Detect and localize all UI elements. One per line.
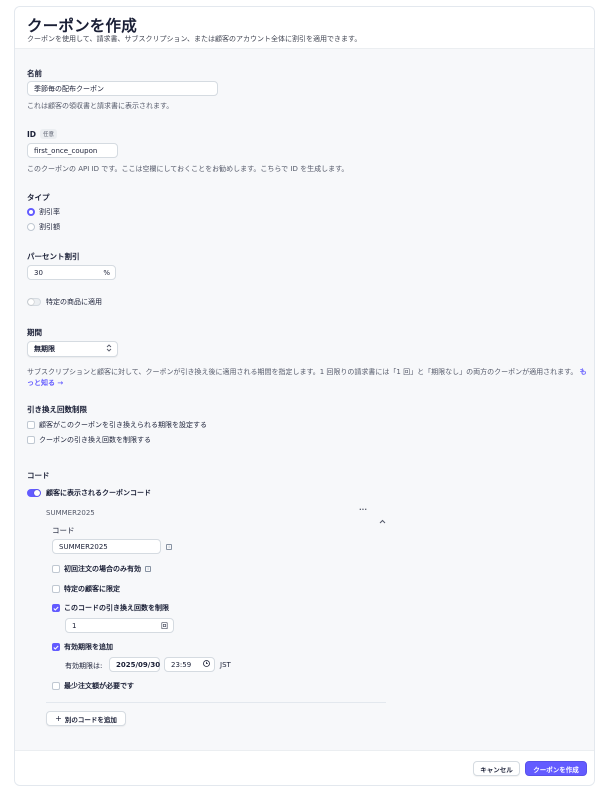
- specific-products-row: 特定の商品に適用: [27, 297, 102, 307]
- code-section-header: SUMMER2025: [46, 509, 95, 517]
- customer-code-toggle[interactable]: [27, 489, 41, 497]
- first-order-option[interactable]: 初回注文の場合のみ有効 i: [52, 564, 151, 574]
- limit-redemptions-checkbox[interactable]: [52, 604, 60, 612]
- chevron-up-icon[interactable]: [379, 509, 386, 528]
- codes-label: コード: [27, 471, 50, 480]
- codes-divider: [46, 702, 386, 703]
- redemption-date-label: 顧客がこのクーポンを引き換えられる期限を設定する: [39, 421, 207, 429]
- id-input[interactable]: first_once_coupon: [27, 143, 118, 158]
- expiry-time-input[interactable]: 23:59: [164, 657, 215, 672]
- limit-count-suffix: 回: [161, 621, 168, 630]
- clock-icon: [203, 660, 210, 669]
- first-order-info-icon: i: [145, 566, 151, 572]
- duration-label: 期間: [27, 328, 42, 337]
- percent-value: 30: [34, 268, 43, 277]
- redemption-limits-label: 引き換え回数制限: [27, 405, 87, 414]
- redemption-date-option[interactable]: 顧客がこのクーポンを引き換えられる期限を設定する: [27, 420, 207, 430]
- cancel-button[interactable]: キャンセル: [473, 761, 520, 776]
- timezone-label: JST: [220, 661, 231, 669]
- name-help: これは顧客の領収書と請求書に表示されます。: [27, 102, 174, 110]
- add-code-label: 別のコードを追加: [64, 715, 117, 724]
- redemption-count-checkbox[interactable]: [27, 436, 35, 444]
- type-option-amount[interactable]: 割引額: [27, 222, 60, 232]
- redemption-count-option[interactable]: クーポンの引き換え回数を制限する: [27, 435, 151, 445]
- dialog-header: クーポンを作成 クーポンを使用して、請求書、サブスクリプション、または顧客のアカ…: [15, 7, 594, 49]
- duration-help-text: サブスクリプションと顧客に対して、クーポンが引き換え後に適用される期間を指定しま…: [27, 368, 578, 376]
- page-subtitle: クーポンを使用して、請求書、サブスクリプション、または顧客のアカウント全体に割引…: [27, 35, 362, 43]
- radio-amount[interactable]: [27, 223, 35, 231]
- expiry-prefix: 有効期限は:: [65, 662, 103, 670]
- limit-count-input[interactable]: 1 回: [65, 618, 174, 633]
- expiry-option[interactable]: 有効期限を追加: [52, 642, 113, 652]
- redemption-date-checkbox[interactable]: [27, 421, 35, 429]
- duration-help: サブスクリプションと顧客に対して、クーポンが引き換え後に適用される期間を指定しま…: [27, 367, 587, 389]
- id-label-text: ID: [27, 130, 37, 139]
- limit-redemptions-label: このコードの引き換え回数を制限: [64, 604, 169, 612]
- redemption-count-label: クーポンの引き換え回数を制限する: [39, 436, 151, 444]
- chevron-updown-icon: [106, 344, 112, 354]
- customer-code-label: 顧客に表示されるクーポンコード: [46, 489, 151, 497]
- min-amount-label: 最少注文額が必要です: [64, 682, 134, 690]
- min-amount-option[interactable]: 最少注文額が必要です: [52, 681, 134, 691]
- customer-code-row: 顧客に表示されるクーポンコード: [27, 488, 151, 498]
- plus-icon: +: [55, 714, 62, 723]
- first-order-checkbox[interactable]: [52, 565, 60, 573]
- id-label: ID 任意: [27, 129, 58, 139]
- type-option-amount-label: 割引額: [39, 223, 60, 231]
- name-label: 名前: [27, 69, 42, 78]
- specific-products-toggle[interactable]: [27, 298, 41, 306]
- expiry-date-input[interactable]: 2025/09/30: [109, 657, 160, 672]
- add-code-button[interactable]: + 別のコードを追加: [46, 711, 126, 726]
- name-input[interactable]: 季節毎の配布クーポン: [27, 81, 218, 96]
- expiry-checkbox[interactable]: [52, 643, 60, 651]
- type-option-percent-label: 割引率: [39, 208, 60, 216]
- limit-redemptions-option[interactable]: このコードの引き換え回数を制限: [52, 603, 169, 613]
- min-amount-checkbox[interactable]: [52, 682, 60, 690]
- specific-customer-option[interactable]: 特定の顧客に限定: [52, 584, 120, 594]
- specific-customer-checkbox[interactable]: [52, 585, 60, 593]
- specific-customer-label: 特定の顧客に限定: [64, 585, 120, 593]
- duration-selected: 無期限: [34, 345, 55, 353]
- type-option-percent[interactable]: 割引率: [27, 207, 60, 217]
- percent-input[interactable]: 30 %: [27, 265, 116, 280]
- info-icon: i: [166, 544, 172, 550]
- radio-percent[interactable]: [27, 208, 35, 216]
- specific-products-label: 特定の商品に適用: [46, 298, 102, 306]
- type-label: タイプ: [27, 193, 50, 202]
- limit-count-value: 1: [72, 621, 77, 630]
- id-help: このクーポンの API ID です。ここは空欄にしておくことをお勧めします。こち…: [27, 165, 349, 173]
- percent-suffix: %: [103, 268, 110, 277]
- percent-label: パーセント割引: [27, 252, 80, 261]
- expiry-time-value: 23:59: [171, 660, 192, 669]
- expiry-label: 有効期限を追加: [64, 643, 113, 651]
- create-coupon-dialog: クーポンを作成 クーポンを使用して、請求書、サブスクリプション、または顧客のアカ…: [14, 6, 595, 786]
- code-input[interactable]: SUMMER2025: [52, 539, 161, 554]
- code-label: コード: [52, 526, 75, 535]
- create-coupon-button[interactable]: クーポンを作成: [525, 761, 587, 776]
- optional-badge: 任意: [40, 129, 58, 139]
- more-options-icon[interactable]: ···: [359, 506, 367, 514]
- page-title: クーポンを作成: [27, 17, 137, 35]
- duration-select[interactable]: 無期限: [27, 341, 118, 357]
- first-order-label: 初回注文の場合のみ有効: [64, 565, 141, 573]
- dialog-footer: キャンセル クーポンを作成: [15, 750, 594, 785]
